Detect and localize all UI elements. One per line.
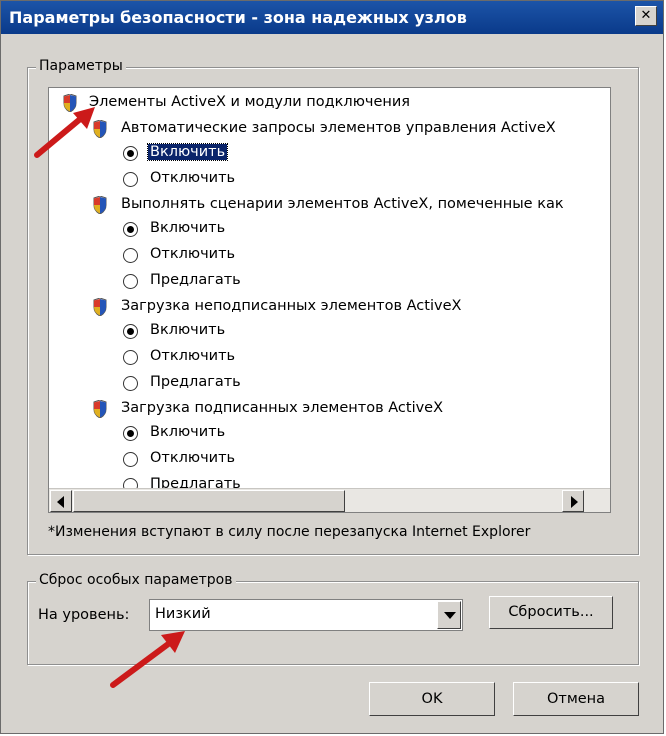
reset-button[interactable]: Сбросить... — [489, 596, 613, 629]
radio-label[interactable]: Отключить — [150, 170, 235, 186]
radio-label[interactable]: Отключить — [150, 246, 235, 262]
radio-button[interactable] — [123, 350, 138, 365]
window-title: Параметры безопасности - зона надежных у… — [9, 8, 467, 27]
annotation-arrow-icon — [34, 107, 95, 158]
radio-button[interactable] — [123, 172, 138, 187]
cancel-button-label: Отмена — [546, 691, 606, 707]
setting-title: Автоматические запросы элементов управле… — [121, 120, 556, 136]
scroll-right-button[interactable] — [562, 490, 584, 512]
chevron-down-icon — [444, 612, 456, 619]
settings-tree[interactable]: Элементы ActiveX и модули подключения Ав… — [48, 87, 611, 513]
close-button[interactable]: ✕ — [635, 6, 657, 26]
radio-label[interactable]: Предлагать — [150, 374, 241, 390]
security-level-value: Низкий — [155, 606, 211, 622]
level-label: На уровень: — [38, 607, 130, 623]
radio-button[interactable] — [123, 146, 138, 161]
annotation-arrow-icon — [110, 631, 185, 688]
radio-label[interactable]: Отключить — [150, 348, 235, 364]
shield-icon — [93, 400, 107, 418]
restart-note: *Изменения вступают в силу после перезап… — [48, 524, 531, 540]
radio-button[interactable] — [123, 274, 138, 289]
radio-label[interactable]: Включить — [150, 220, 225, 236]
ok-button-label: OK — [421, 691, 443, 707]
radio-label[interactable]: Включить — [150, 424, 225, 440]
horizontal-scrollbar[interactable] — [49, 488, 610, 512]
radio-label[interactable]: Включить — [146, 143, 229, 161]
radio-button[interactable] — [123, 222, 138, 237]
scroll-left-button[interactable] — [50, 490, 72, 512]
settings-group-label: Параметры — [36, 58, 126, 74]
close-icon: ✕ — [640, 8, 652, 23]
reset-button-label: Сбросить... — [508, 604, 594, 620]
security-settings-dialog: Параметры безопасности - зона надежных у… — [0, 0, 664, 734]
tree-root-label: Элементы ActiveX и модули подключения — [89, 94, 411, 110]
setting-title: Загрузка неподписанных элементов ActiveX — [121, 298, 462, 314]
radio-button[interactable] — [123, 426, 138, 441]
radio-label[interactable]: Отключить — [150, 450, 235, 466]
radio-label[interactable]: Включить — [150, 322, 225, 338]
reset-group-label: Сброс особых параметров — [36, 572, 236, 588]
dropdown-button[interactable] — [437, 601, 461, 629]
arrow-left-icon — [57, 496, 64, 508]
arrow-right-icon — [571, 496, 578, 508]
radio-button[interactable] — [123, 452, 138, 467]
shield-icon — [93, 298, 107, 316]
radio-button[interactable] — [123, 248, 138, 263]
shield-icon — [93, 196, 107, 214]
setting-title: Загрузка подписанных элементов ActiveX — [121, 400, 444, 416]
radio-button[interactable] — [123, 324, 138, 339]
cancel-button[interactable]: Отмена — [513, 682, 639, 716]
scroll-thumb[interactable] — [73, 490, 345, 512]
setting-title: Выполнять сценарии элементов ActiveX, по… — [121, 196, 564, 212]
title-bar[interactable]: Параметры безопасности - зона надежных у… — [1, 1, 663, 34]
radio-label[interactable]: Предлагать — [150, 272, 241, 288]
ok-button[interactable]: OK — [369, 682, 495, 716]
security-level-select[interactable]: Низкий — [149, 599, 463, 631]
radio-button[interactable] — [123, 376, 138, 391]
